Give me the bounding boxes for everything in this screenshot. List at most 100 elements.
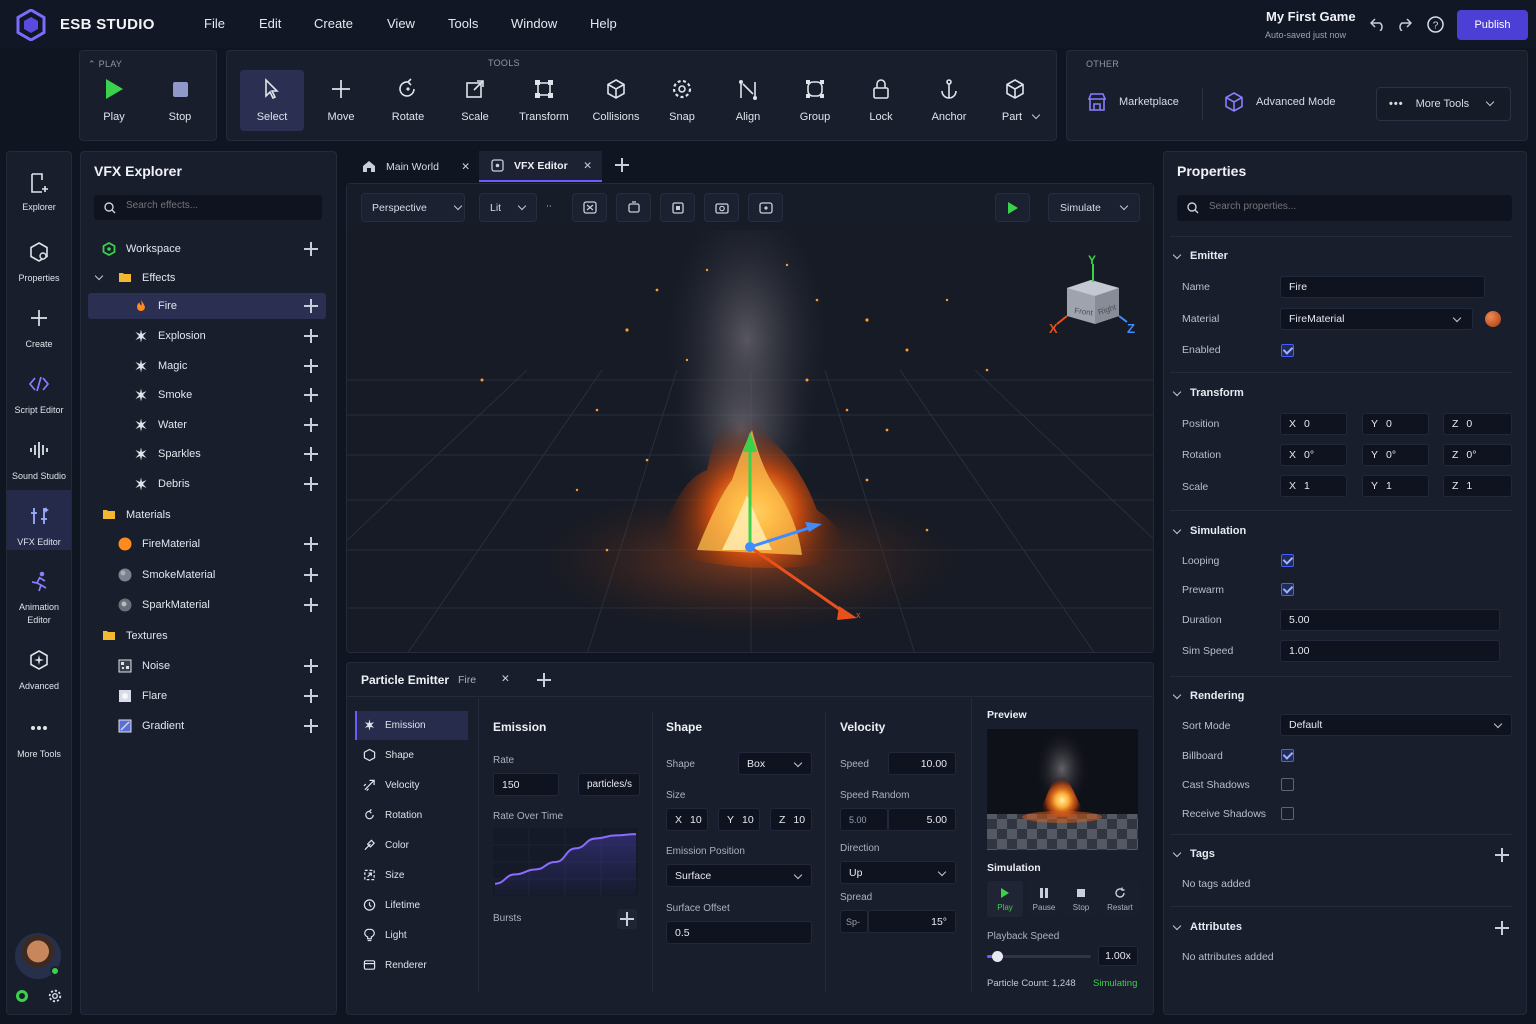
playback-speed-field[interactable]: 1.00x [1098,946,1138,966]
size-z-field[interactable]: Z 10 [770,808,812,831]
add-icon[interactable] [304,659,318,673]
emitter-tab-velocity[interactable]: Velocity [355,772,467,798]
emitter-tab-renderer[interactable]: Renderer [355,952,467,978]
tool-snap[interactable]: Snap [650,70,714,130]
add-icon[interactable] [304,689,318,703]
rail-more-tools[interactable]: More Tools [8,715,70,761]
billboard-checkbox[interactable] [1281,749,1294,762]
close-tab-icon[interactable]: ✕ [461,161,470,173]
chevron-down-icon[interactable] [94,271,104,281]
explorer-search[interactable] [94,195,322,220]
rail-animation-editor[interactable]: Animation Editor [8,568,70,627]
add-burst-button[interactable] [617,909,637,929]
rail-explorer[interactable]: Explorer [8,168,70,214]
add-tag-icon[interactable] [1495,848,1509,862]
rendering-section-header[interactable]: Rendering [1172,690,1244,702]
view-mode-dropdown[interactable]: Perspective [361,193,465,222]
tree-material-firematerial[interactable]: FireMaterial [88,531,326,557]
view-clip-button[interactable] [660,193,695,222]
add-icon[interactable] [304,329,318,343]
add-attribute-icon[interactable] [1495,921,1509,935]
undo-icon[interactable] [1370,17,1386,31]
tool-group[interactable]: Group [783,70,847,130]
tool-lock[interactable]: Lock [849,70,913,130]
rail-vfx-editor[interactable]: VFX Editor [8,503,70,549]
settings-icon[interactable] [48,989,62,1003]
tool-transform[interactable]: Transform [512,70,576,130]
add-icon[interactable] [304,598,318,612]
tool-rotate[interactable]: Rotate [376,70,440,130]
menu-window[interactable]: Window [511,16,557,31]
tree-effect-sparkles[interactable]: Sparkles [88,441,326,467]
material-swatch[interactable] [1485,311,1501,327]
position-y-field[interactable]: Y0 [1362,413,1429,435]
menu-tools[interactable]: Tools [448,16,478,31]
direction-select[interactable]: Up [840,861,956,884]
preview-pause-button[interactable]: Pause [1026,881,1062,917]
explorer-search-input[interactable] [126,200,306,211]
enabled-checkbox[interactable] [1281,344,1294,357]
scale-x-field[interactable]: X1 [1280,475,1347,497]
tree-effect-debris[interactable]: Debris [88,471,326,497]
preview-stop-button[interactable]: Stop [1063,881,1099,917]
rail-sound-studio[interactable]: Sound Studio [8,437,70,483]
add-icon[interactable] [304,299,318,313]
tree-material-smokematerial[interactable]: SmokeMaterial [88,562,326,588]
scale-y-field[interactable]: Y1 [1362,475,1429,497]
transform-section-header[interactable]: Transform [1172,387,1244,399]
menu-help[interactable]: Help [590,16,617,31]
speed-random-field[interactable]: 5.00 [888,808,956,831]
add-icon[interactable] [304,418,318,432]
tool-align[interactable]: Align [716,70,780,130]
tree-materials-folder[interactable]: Materials [88,502,326,528]
rate-over-time-curve[interactable] [493,828,638,896]
spread-field[interactable]: 15° [868,910,956,933]
size-x-field[interactable]: X 10 [666,808,708,831]
tool-select[interactable]: Select [240,70,304,130]
tree-effect-fire[interactable]: Fire [88,293,326,319]
tab-vfx-editor[interactable]: VFX Editor ✕ [479,151,602,182]
tags-section-header[interactable]: Tags [1172,848,1215,860]
shape-select[interactable]: Box [738,752,812,775]
add-tab-button[interactable] [614,157,630,173]
publish-button[interactable]: Publish [1457,10,1528,40]
shading-dropdown[interactable]: Lit [479,193,537,222]
marketplace-button[interactable]: Marketplace [1087,92,1179,112]
tool-anchor[interactable]: Anchor [917,70,981,130]
close-tab-icon[interactable]: ✕ [583,160,592,172]
view-frame-button[interactable] [616,193,651,222]
cast-shadows-checkbox[interactable] [1281,778,1294,791]
stop-button[interactable]: Stop [148,70,212,130]
emitter-tab-shape[interactable]: Shape [355,742,467,768]
emitter-tab-lifetime[interactable]: Lifetime [355,892,467,918]
play-button[interactable]: Play [82,70,146,130]
add-icon[interactable] [304,359,318,373]
rail-script-editor[interactable]: Script Editor [8,371,70,417]
tree-effect-smoke[interactable]: Smoke [88,382,326,408]
add-icon[interactable] [304,388,318,402]
more-tools-dropdown[interactable]: ••• More Tools [1376,87,1511,121]
speed-random-min-field[interactable]: 5.00 [840,808,888,831]
rail-create[interactable]: Create [8,305,70,351]
tree-texture-noise[interactable]: Noise [88,653,326,679]
emitter-tab-rotation[interactable]: Rotation [355,802,467,828]
advanced-mode-button[interactable]: Advanced Mode [1224,92,1336,112]
redo-icon[interactable] [1396,17,1412,31]
rail-properties[interactable]: Properties [8,239,70,285]
tree-effect-water[interactable]: Water [88,412,326,438]
rate-field[interactable]: 150 [493,773,559,796]
tool-scale[interactable]: Scale [443,70,507,130]
simulate-dropdown[interactable]: Simulate [1048,193,1140,222]
material-select[interactable]: FireMaterial [1280,308,1473,330]
emitter-tab-light[interactable]: Light [355,922,467,948]
tool-move[interactable]: Move [309,70,373,130]
surface-offset-field[interactable]: 0.5 [666,921,812,944]
menu-file[interactable]: File [204,16,225,31]
tree-workspace[interactable]: Workspace [88,236,326,262]
rotation-x-field[interactable]: X 0° [1280,444,1347,466]
properties-search-input[interactable] [1209,201,1489,212]
project-name[interactable]: My First Game [1266,9,1356,24]
duration-field[interactable]: 5.00 [1280,609,1500,631]
orientation-cube[interactable]: Front Right Y X Z [1047,252,1143,338]
tool-part[interactable]: Part [983,70,1047,130]
